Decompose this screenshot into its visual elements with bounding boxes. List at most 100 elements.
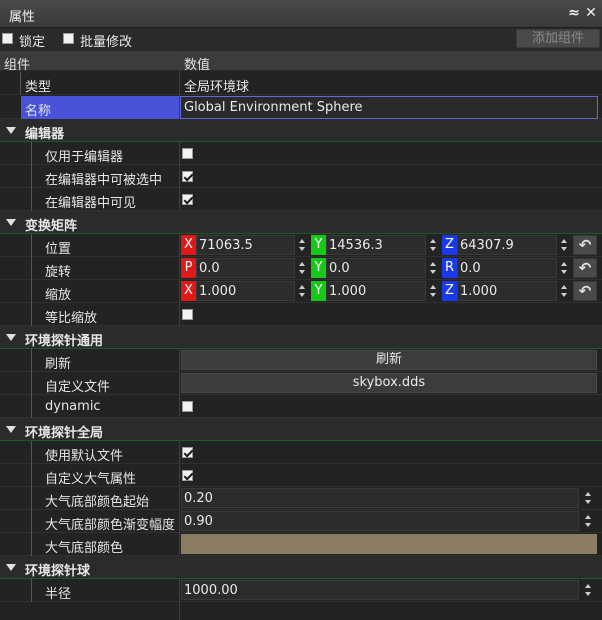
tree-line	[20, 72, 21, 95]
position-z-spinner[interactable]	[559, 235, 569, 255]
axis-z-badge: Z	[442, 235, 457, 255]
editor-only-checkbox[interactable]	[182, 148, 193, 159]
property-table-header: 组件 数值	[0, 51, 602, 73]
section-editor[interactable]: 编辑器	[0, 119, 602, 142]
name-label: 名称	[25, 104, 52, 119]
property-row-scale: 缩放 X 1.000 Y 1.000 Z 1.000 ↶	[0, 280, 602, 303]
tree-line	[31, 280, 32, 303]
property-row-custom-atmo: 自定义大气属性	[0, 464, 602, 487]
section-probe-sphere-title: 环境探针球	[25, 564, 91, 579]
axis-x-badge: X	[181, 235, 196, 255]
position-y-spinner[interactable]	[428, 235, 438, 255]
scale-x-spinner[interactable]	[297, 281, 307, 301]
editor-only-label: 仅用于编辑器	[45, 150, 124, 165]
position-x-spinner[interactable]	[297, 235, 307, 255]
batch-edit-label: 批量修改	[80, 35, 133, 50]
panel-title: 属性	[9, 10, 36, 25]
rotation-reset-button[interactable]: ↶	[573, 258, 597, 278]
use-default-file-checkbox[interactable]	[182, 447, 193, 458]
tree-line	[31, 165, 32, 188]
rotation-r-spinner[interactable]	[559, 258, 569, 278]
axis-z-badge: Z	[442, 281, 457, 301]
tree-line	[31, 257, 32, 280]
axis-x-badge: X	[181, 281, 196, 301]
tree-line	[31, 533, 32, 556]
tree-line	[31, 510, 32, 533]
tree-line	[31, 395, 32, 418]
dynamic-checkbox[interactable]	[182, 401, 193, 412]
tree-line	[31, 372, 32, 395]
lock-checkbox[interactable]	[2, 33, 13, 44]
property-row-type: 类型 全局环境球	[0, 72, 602, 95]
atmo-bottom-start-spinner[interactable]	[583, 488, 593, 508]
property-row-refresh: 刷新 刷新	[0, 349, 602, 372]
axis-r-badge: R	[442, 258, 457, 278]
close-icon[interactable]: ✕	[583, 4, 599, 22]
section-probe-common-title: 环境探针通用	[25, 334, 104, 349]
property-row-name: 名称 Global Environment Sphere	[0, 96, 602, 119]
tree-line	[31, 579, 32, 602]
selectable-checkbox[interactable]	[182, 171, 193, 182]
expand-arrow-icon[interactable]	[6, 127, 16, 134]
expand-arrow-icon[interactable]	[6, 564, 16, 571]
scale-reset-button[interactable]: ↶	[573, 281, 597, 301]
section-probe-global[interactable]: 环境探针全局	[0, 418, 602, 441]
property-row-use-default-file: 使用默认文件	[0, 441, 602, 464]
batch-edit-checkbox[interactable]	[63, 33, 74, 44]
undo-icon: ↶	[578, 282, 592, 300]
atmo-bottom-start-input[interactable]: 0.20	[181, 488, 579, 508]
expand-arrow-icon[interactable]	[6, 334, 16, 341]
scale-z-spinner[interactable]	[559, 281, 569, 301]
rotation-y-input[interactable]: 0.0	[326, 258, 426, 278]
column-header-value: 数值	[184, 58, 211, 73]
radius-spinner[interactable]	[583, 580, 593, 600]
position-z-input[interactable]: 64307.9	[457, 235, 557, 255]
column-header-component: 组件	[4, 58, 31, 73]
type-label: 类型	[25, 80, 52, 95]
add-component-button[interactable]: 添加组件	[516, 29, 600, 48]
expand-arrow-icon[interactable]	[6, 426, 16, 433]
tree-line	[31, 188, 32, 211]
property-row-radius: 半径 1000.00	[0, 579, 602, 602]
property-row-rotation: 旋转 P 0.0 Y 0.0 R 0.0 ↶	[0, 257, 602, 280]
uniform-scale-checkbox[interactable]	[182, 309, 193, 320]
scale-z-input[interactable]: 1.000	[457, 281, 557, 301]
scale-x-input[interactable]: 1.000	[196, 281, 295, 301]
dynamic-label: dynamic	[45, 399, 101, 414]
section-transform[interactable]: 变换矩阵	[0, 211, 602, 234]
custom-file-picker[interactable]: skybox.dds	[181, 373, 597, 393]
radius-input[interactable]: 1000.00	[181, 580, 579, 600]
section-probe-common[interactable]: 环境探针通用	[0, 326, 602, 349]
rotation-p-input[interactable]: 0.0	[196, 258, 295, 278]
property-row-visible: 在编辑器中可见	[0, 188, 602, 211]
section-probe-sphere[interactable]: 环境探针球	[0, 556, 602, 579]
expand-arrow-icon[interactable]	[6, 219, 16, 226]
axis-y-badge: Y	[311, 235, 326, 255]
visible-label: 在编辑器中可见	[45, 196, 137, 211]
rotation-p-spinner[interactable]	[297, 258, 307, 278]
scale-y-spinner[interactable]	[428, 281, 438, 301]
property-row-atmo-bottom-gradient: 大气底部颜色渐变幅度 0.90	[0, 510, 602, 533]
tree-line	[31, 349, 32, 372]
custom-atmo-checkbox[interactable]	[182, 470, 193, 481]
name-value[interactable]: Global Environment Sphere	[184, 100, 363, 115]
position-y-input[interactable]: 14536.3	[326, 235, 426, 255]
uniform-scale-label: 等比缩放	[45, 311, 98, 326]
rotation-r-input[interactable]: 0.0	[457, 258, 557, 278]
float-toggle-icon[interactable]: ≈	[566, 4, 582, 22]
tree-line	[31, 464, 32, 487]
visible-checkbox[interactable]	[182, 194, 193, 205]
position-x-input[interactable]: 71063.5	[196, 235, 295, 255]
axis-y-badge: Y	[311, 258, 326, 278]
scale-y-input[interactable]: 1.000	[326, 281, 426, 301]
position-reset-button[interactable]: ↶	[573, 235, 597, 255]
atmo-bottom-gradient-input[interactable]: 0.90	[181, 511, 579, 531]
rotation-y-spinner[interactable]	[428, 258, 438, 278]
undo-icon: ↶	[578, 236, 592, 254]
property-row-position: 位置 X 71063.5 Y 14536.3 Z 64307.9 ↶	[0, 234, 602, 257]
refresh-button[interactable]: 刷新	[181, 350, 597, 370]
atmo-bottom-color-swatch[interactable]	[181, 534, 597, 554]
atmo-bottom-gradient-spinner[interactable]	[583, 511, 593, 531]
property-row-editor-only: 仅用于编辑器	[0, 142, 602, 165]
property-row-atmo-bottom-start: 大气底部颜色起始 0.20	[0, 487, 602, 510]
